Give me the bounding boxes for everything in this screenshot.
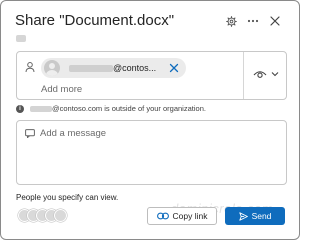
redacted-name [69, 64, 113, 72]
eye-icon [253, 70, 267, 78]
copy-link-label: Copy link [172, 211, 208, 221]
remove-recipient-icon[interactable] [168, 62, 180, 74]
message-placeholder: Add a message [40, 128, 107, 139]
recipient-email: @contos... [113, 63, 157, 73]
divider [243, 52, 244, 99]
copy-link-button[interactable]: Copy link [147, 207, 217, 225]
link-icon [156, 212, 169, 220]
redacted-name [30, 105, 52, 112]
avatar [54, 209, 67, 222]
message-field[interactable]: Add a message [16, 120, 287, 185]
chevron-down-icon [271, 72, 279, 77]
recipient-chip[interactable]: @contos... [41, 58, 186, 78]
external-warning: i @contoso.com is outside of your organi… [16, 104, 206, 113]
shared-with-avatars[interactable] [18, 209, 78, 225]
send-label: Send [251, 211, 272, 221]
recipient-avatar [44, 60, 60, 76]
dialog-title: Share "Document.docx" [15, 12, 175, 29]
close-icon[interactable] [267, 13, 283, 29]
more-options-icon[interactable] [245, 13, 261, 29]
person-icon [25, 62, 35, 73]
add-more-input[interactable]: Add more [41, 84, 82, 95]
info-icon: i [16, 104, 24, 113]
share-dialog: Share "Document.docx" @contos... Add mor… [0, 0, 300, 240]
permission-dropdown[interactable] [249, 64, 283, 84]
gear-icon[interactable] [223, 13, 239, 29]
send-icon [238, 211, 248, 221]
message-icon [25, 129, 35, 138]
recipients-field[interactable]: @contos... Add more [16, 51, 287, 100]
permission-summary[interactable]: People you specify can view. [16, 193, 118, 202]
owner-avatar [16, 35, 26, 42]
warning-text: @contoso.com is outside of your organiza… [52, 104, 206, 113]
send-button[interactable]: Send [225, 207, 285, 225]
